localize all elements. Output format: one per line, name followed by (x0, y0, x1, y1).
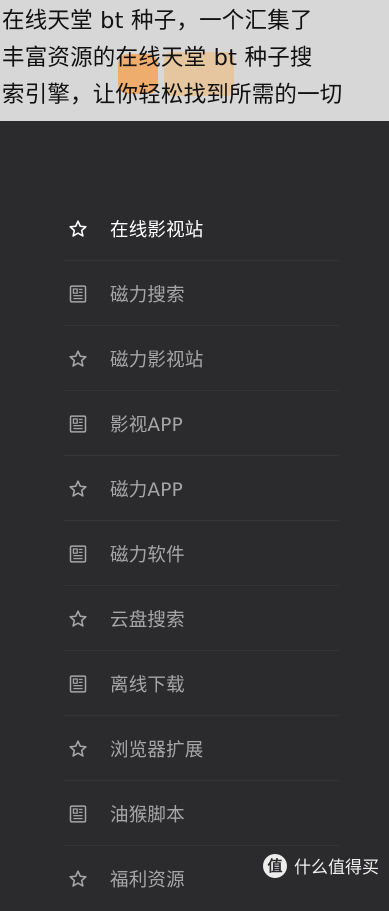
document-icon (67, 803, 89, 825)
menu-item-offline-download[interactable]: 离线下载 (0, 651, 389, 716)
star-icon (67, 608, 89, 630)
star-icon (67, 348, 89, 370)
menu-item-magnet-app[interactable]: 磁力APP (0, 456, 389, 521)
star-icon (67, 868, 89, 890)
document-icon (67, 283, 89, 305)
menu-item-label: 磁力APP (110, 479, 183, 501)
menu-item-label: 福利资源 (110, 869, 185, 891)
menu-item-video-app[interactable]: 影视APP (0, 391, 389, 456)
menu-item-label: 磁力影视站 (110, 349, 204, 371)
menu-item-cloud-search[interactable]: 云盘搜索 (0, 586, 389, 651)
menu-item-magnet-software[interactable]: 磁力软件 (0, 521, 389, 586)
menu-item-label: 云盘搜索 (110, 609, 185, 631)
menu-item-online-video[interactable]: 在线影视站 (0, 196, 389, 261)
menu-item-userscripts[interactable]: 油猴脚本 (0, 781, 389, 846)
document-icon (67, 413, 89, 435)
smzdm-watermark: 值 什么值得买 (263, 853, 379, 878)
menu-item-label: 影视APP (110, 414, 183, 436)
document-icon (67, 543, 89, 565)
watermark-text: 什么值得买 (294, 858, 379, 878)
star-icon (67, 738, 89, 760)
menu-item-label: 油猴脚本 (110, 804, 185, 826)
menu-item-browser-extension[interactable]: 浏览器扩展 (0, 716, 389, 781)
star-icon (67, 218, 89, 240)
menu-item-magnet-search[interactable]: 磁力搜索 (0, 261, 389, 326)
caption-banner: 在线天堂 bt 种子，一个汇集了 丰富资源的在线天堂 bt 种子搜 索引擎，让你… (0, 0, 389, 121)
menu-item-magnet-video[interactable]: 磁力影视站 (0, 326, 389, 391)
star-icon (67, 478, 89, 500)
menu-item-label: 浏览器扩展 (110, 739, 204, 761)
menu-item-label: 磁力搜索 (110, 284, 185, 306)
side-menu: 在线影视站 磁力搜索 磁力影视站 影视APP 磁力APP 磁力软件 云盘搜索 离… (0, 196, 389, 911)
menu-item-label: 离线下载 (110, 674, 185, 696)
menu-item-label: 磁力软件 (110, 544, 185, 566)
document-icon (67, 673, 89, 695)
menu-item-label: 在线影视站 (110, 219, 204, 241)
caption-text: 在线天堂 bt 种子，一个汇集了 丰富资源的在线天堂 bt 种子搜 索引擎，让你… (2, 8, 343, 108)
watermark-badge: 值 (263, 853, 287, 878)
